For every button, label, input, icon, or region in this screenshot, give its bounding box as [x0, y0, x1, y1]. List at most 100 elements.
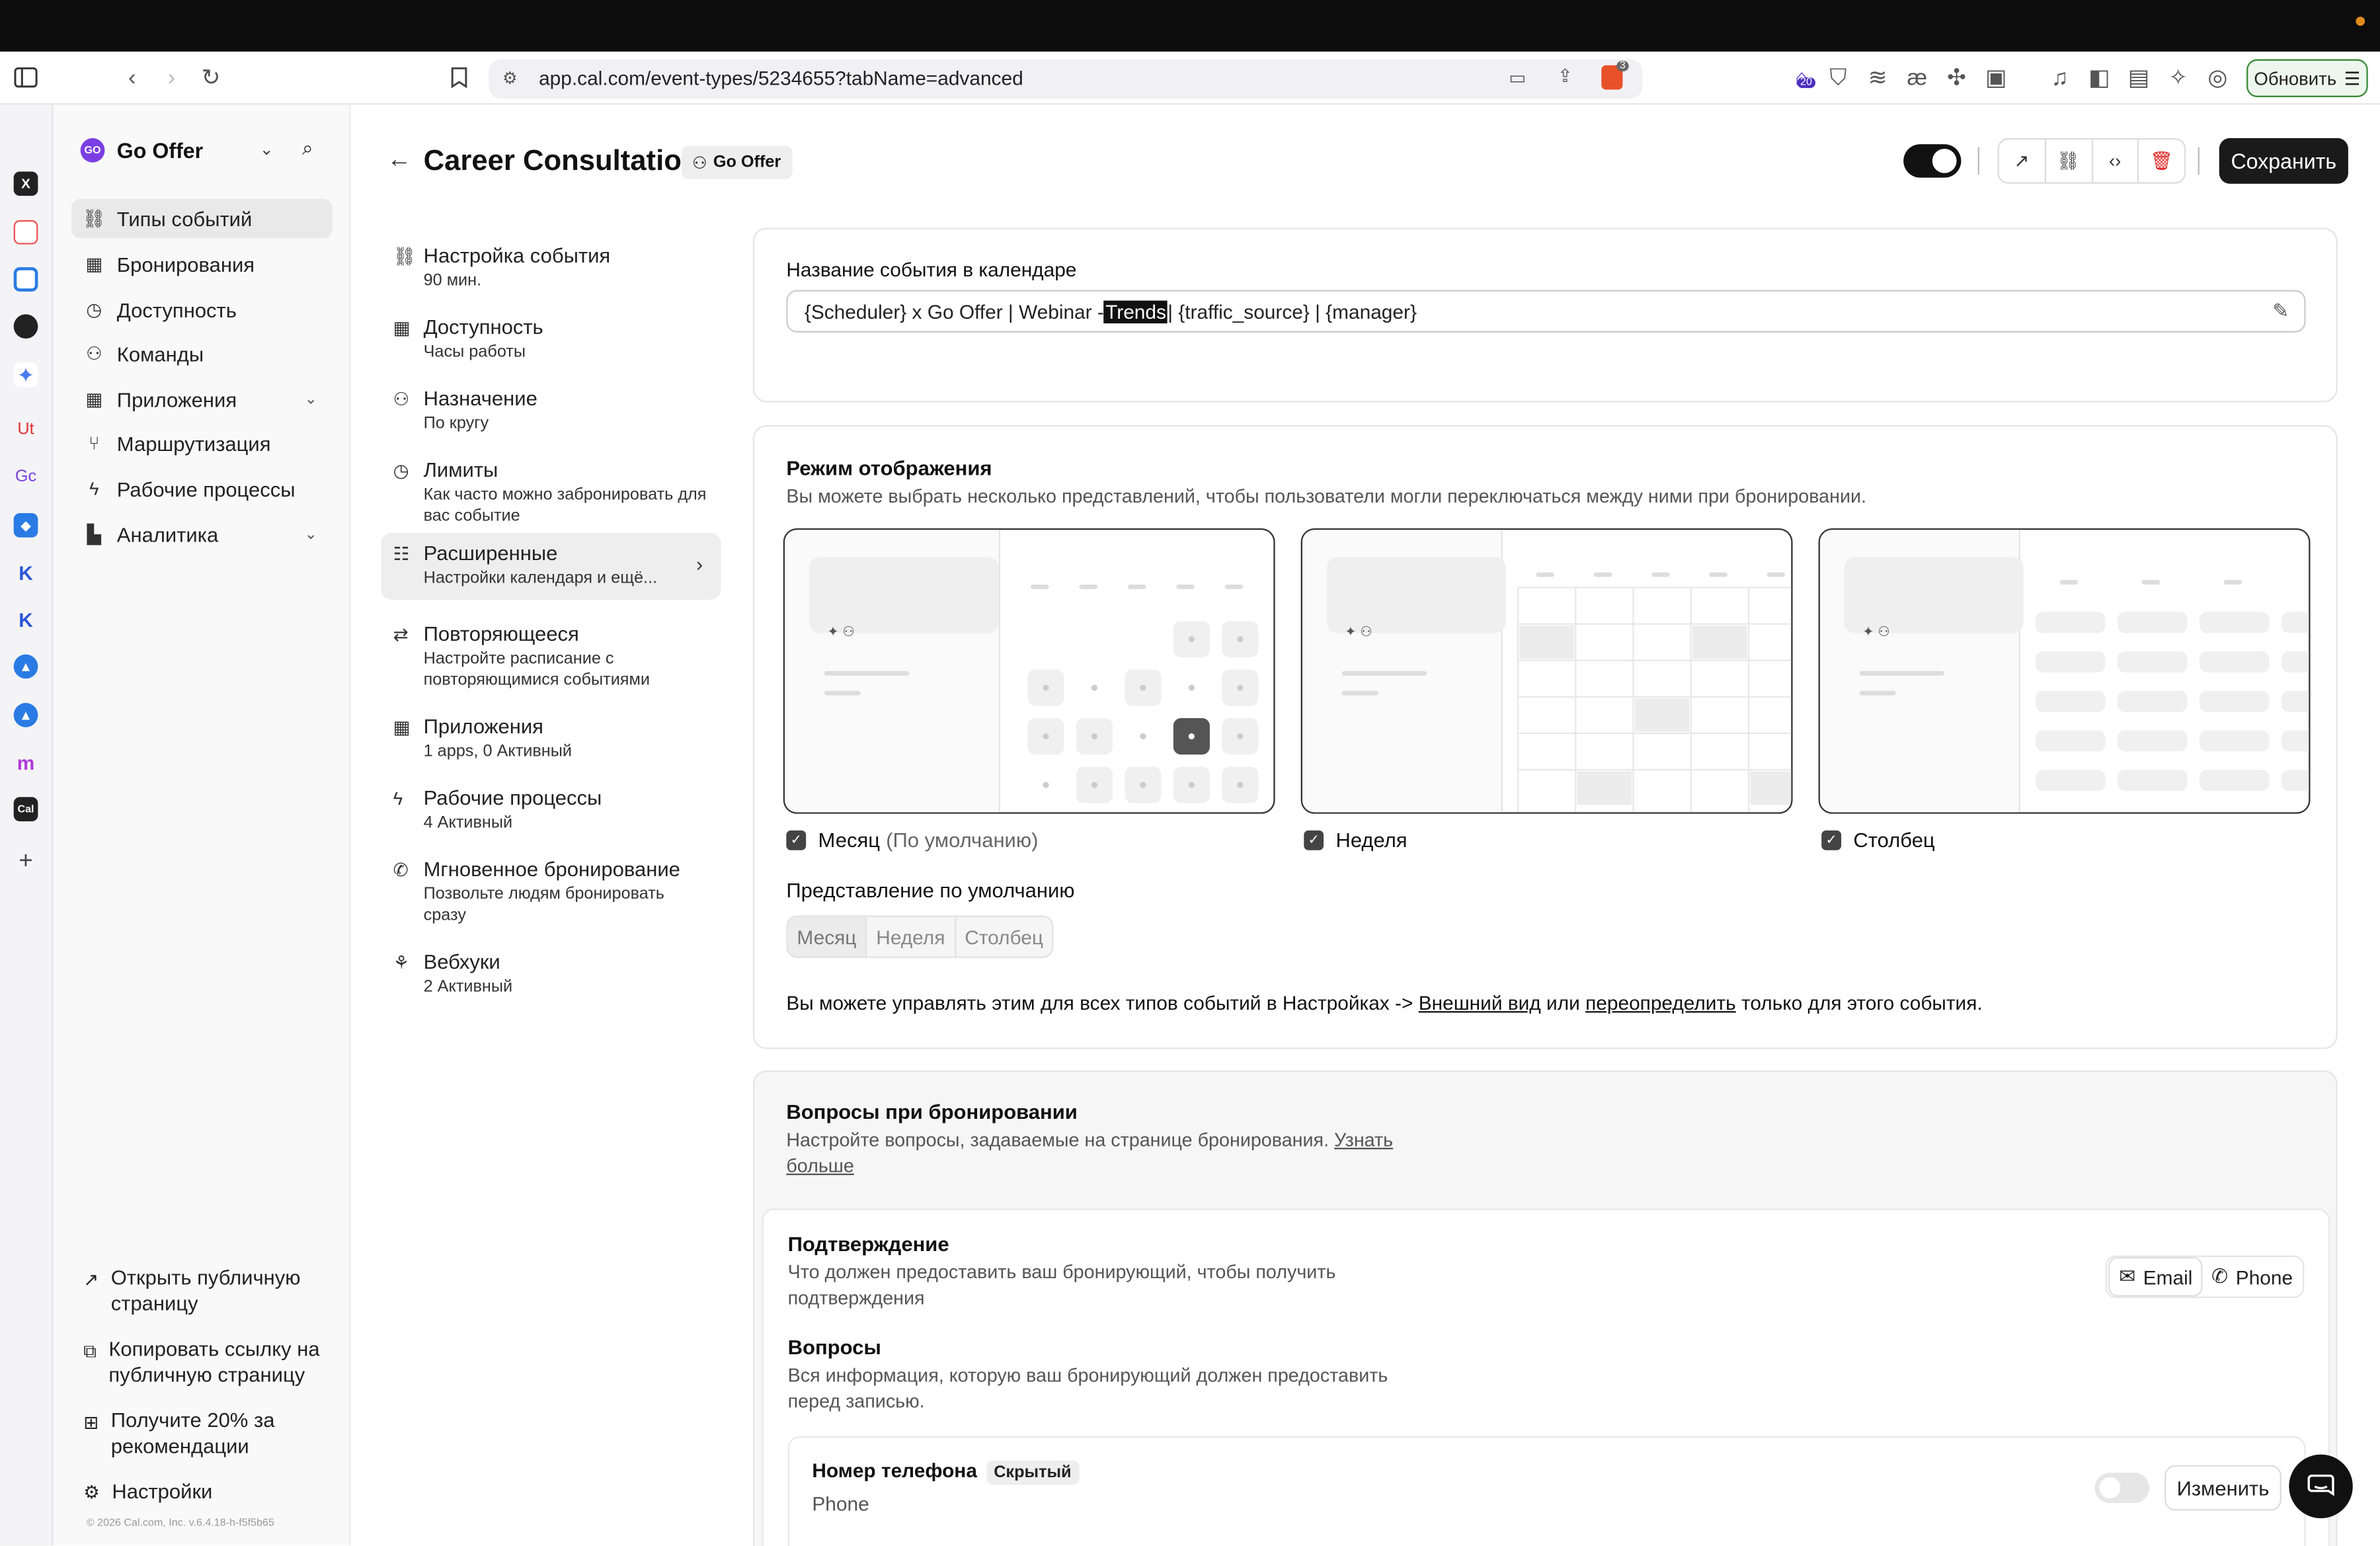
favicon-m-icon[interactable]: m	[14, 750, 38, 774]
nav-settings[interactable]: ⚙ Настройки	[71, 1479, 333, 1506]
question-label: Номер телефона Скрытый	[812, 1459, 1080, 1485]
tab-availability[interactable]: ▦ Доступность Часы работы	[381, 307, 721, 370]
question-visibility-toggle[interactable]	[2094, 1473, 2150, 1504]
update-button[interactable]: Обновить ☰	[2246, 59, 2368, 97]
shield-icon[interactable]: ⛉	[1825, 63, 1852, 91]
calendar-icon: ▦	[393, 317, 411, 339]
sidebar-toggle-icon[interactable]	[12, 63, 39, 91]
tab-setup[interactable]: ⛓ Настройка события 90 мин.	[381, 235, 721, 299]
address-bar[interactable]: ⚙ app.cal.com/event-types/5234655?tabNam…	[489, 59, 1643, 99]
tab-title: Вебхуки	[423, 950, 500, 973]
pencil-icon[interactable]: ✎	[2272, 299, 2289, 323]
search-icon[interactable]: ⌕	[302, 137, 313, 161]
favicon-x-icon[interactable]: X	[13, 171, 38, 196]
nav-bookings[interactable]: ▦ Бронирования	[71, 245, 333, 284]
external-link-icon[interactable]: ↗	[1999, 140, 2046, 183]
nav-insights[interactable]: ▙ Аналитика ⌄	[71, 514, 333, 554]
tab-instant-booking[interactable]: ✆ Мгновенное бронирование Позвольте людя…	[381, 848, 721, 934]
tab-webhooks[interactable]: ⚘ Вебхуки 2 Активный	[381, 942, 721, 1005]
users-icon: ⚇	[692, 154, 707, 173]
checkbox-checked-icon[interactable]: ✓	[786, 830, 807, 850]
default-view-week[interactable]: Неделя	[867, 916, 956, 957]
tab-assignment[interactable]: ⚇ Назначение По кругу	[381, 378, 721, 442]
email-option[interactable]: ✉ Email	[2108, 1257, 2203, 1297]
leo-ai-icon[interactable]: ✧	[2164, 63, 2192, 91]
nav-copy-link[interactable]: ⧉ Копировать ссылку на публичную страниц…	[71, 1336, 333, 1387]
extension-ae-icon[interactable]: æ	[1903, 63, 1930, 91]
week-layout-preview[interactable]: ✦ ⚇	[1300, 528, 1793, 814]
vpn-icon[interactable]: ◎	[2204, 63, 2231, 91]
edit-question-button[interactable]: Изменить	[2164, 1465, 2281, 1511]
nav-teams[interactable]: ⚇ Команды	[71, 334, 333, 374]
checkbox-checked-icon[interactable]: ✓	[1821, 830, 1842, 850]
favicon-k2-icon[interactable]: K	[14, 607, 38, 631]
column-layout-preview[interactable]: ✦ ⚇	[1818, 528, 2311, 814]
week-checkbox-row[interactable]: ✓ Неделя	[1304, 829, 1408, 852]
nav-workflows[interactable]: ϟ Рабочие процессы	[71, 469, 333, 509]
add-tab-icon[interactable]: +	[14, 848, 38, 874]
tab-advanced[interactable]: ☷ Расширенные Настройки календаря и ещё.…	[381, 532, 721, 600]
team-name: Go Offer	[116, 138, 204, 163]
split-view-icon[interactable]: ◧	[2086, 63, 2113, 91]
appearance-link[interactable]: Внешний вид	[1419, 991, 1541, 1014]
override-link[interactable]: переопределить	[1585, 991, 1736, 1014]
cast-icon[interactable]: ▭	[1509, 67, 1526, 88]
tab-recurring[interactable]: ⇄ Повторяющееся Настройте расписание с п…	[381, 614, 721, 699]
nav-availability[interactable]: ◷ Доступность	[71, 290, 333, 330]
notification-dot	[2356, 17, 2365, 26]
event-hidden-toggle[interactable]	[1903, 144, 1962, 178]
default-view-month[interactable]: Месяц	[787, 916, 867, 957]
share-icon[interactable]: ⇪	[1558, 65, 1573, 87]
back-icon[interactable]: ‹	[118, 63, 145, 91]
column-checkbox-row[interactable]: ✓ Столбец	[1821, 829, 1935, 852]
calendar-icon: ▦	[85, 253, 103, 275]
favicon-target-icon[interactable]	[13, 220, 38, 245]
checkbox-checked-icon[interactable]: ✓	[1304, 830, 1324, 850]
favicon-chrome-icon[interactable]	[13, 267, 38, 292]
favicon-drive-icon[interactable]: ▲	[13, 654, 38, 679]
nav-routing[interactable]: ⑂ Маршрутизация	[71, 424, 333, 464]
event-name-input[interactable]: {Scheduler} x Go Offer | Webinar - Trend…	[786, 290, 2306, 333]
site-settings-icon[interactable]: ⚙	[502, 68, 518, 89]
favicon-k-icon[interactable]: K	[14, 560, 38, 585]
month-checkbox-row[interactable]: ✓ Месяц (По умолчанию)	[786, 829, 1038, 852]
gear-icon: ⚙	[83, 1481, 100, 1504]
music-icon[interactable]: ♫	[2046, 63, 2073, 91]
tab-apps[interactable]: ▦ Приложения 1 apps, 0 Активный	[381, 706, 721, 770]
favicon-gc[interactable]: Gc	[14, 465, 38, 489]
default-view-selector: Месяц Неделя Столбец	[786, 915, 1054, 958]
nav-public-page[interactable]: ↗ Открыть публичную страницу	[71, 1265, 333, 1317]
nav-apps[interactable]: ▦ Приложения ⌄	[71, 380, 333, 419]
nav-event-types[interactable]: ⛓ Типы событий	[71, 198, 333, 239]
puzzle-icon[interactable]: ✣	[1943, 63, 1970, 91]
favicon-openai-icon[interactable]	[13, 314, 38, 339]
chevron-down-icon[interactable]: ⌄	[260, 140, 274, 160]
chat-support-button[interactable]	[2289, 1454, 2353, 1518]
favicon-cal[interactable]: Cal	[13, 797, 38, 822]
default-view-column[interactable]: Столбец	[955, 917, 1052, 957]
favicon-ut[interactable]: Ut	[14, 417, 38, 442]
back-arrow-icon[interactable]: ←	[387, 147, 411, 175]
team-switcher[interactable]: GO Go Offer	[80, 138, 204, 163]
reload-icon[interactable]: ↻	[197, 63, 224, 91]
bookmark-icon[interactable]	[445, 63, 472, 91]
link-icon[interactable]: ⛓	[2045, 140, 2093, 183]
month-layout-preview[interactable]: ✦ ⚇	[783, 528, 1275, 814]
nav-label: Настройки	[112, 1480, 213, 1504]
reader-icon[interactable]: ▣	[1983, 63, 2010, 91]
forward-icon[interactable]: ›	[158, 63, 185, 91]
default-suffix: (По умолчанию)	[886, 829, 1039, 852]
save-button[interactable]: Сохранить	[2219, 138, 2348, 184]
favicon-gemini-icon[interactable]: ✦	[13, 362, 38, 387]
wallet-icon[interactable]: ▤	[2125, 63, 2152, 91]
favicon-app-icon[interactable]: ◆	[13, 513, 38, 538]
tab-workflows[interactable]: ϟ Рабочие процессы 4 Активный	[381, 778, 721, 841]
favicon-drive2-icon[interactable]: ▲	[13, 703, 38, 727]
code-icon[interactable]: ‹›	[2092, 140, 2139, 183]
extension-icon[interactable]: ≋	[1864, 63, 1891, 91]
nav-referral[interactable]: ⊞ Получите 20% за рекомендации	[71, 1407, 333, 1459]
phone-option[interactable]: ✆ Phone	[2202, 1257, 2301, 1297]
url-text[interactable]: app.cal.com/event-types/5234655?tabName=…	[539, 67, 1023, 89]
trash-icon[interactable]: 🗑	[2139, 140, 2184, 182]
tab-limits[interactable]: ◷ Лимиты Как часто можно забронировать д…	[381, 450, 721, 535]
